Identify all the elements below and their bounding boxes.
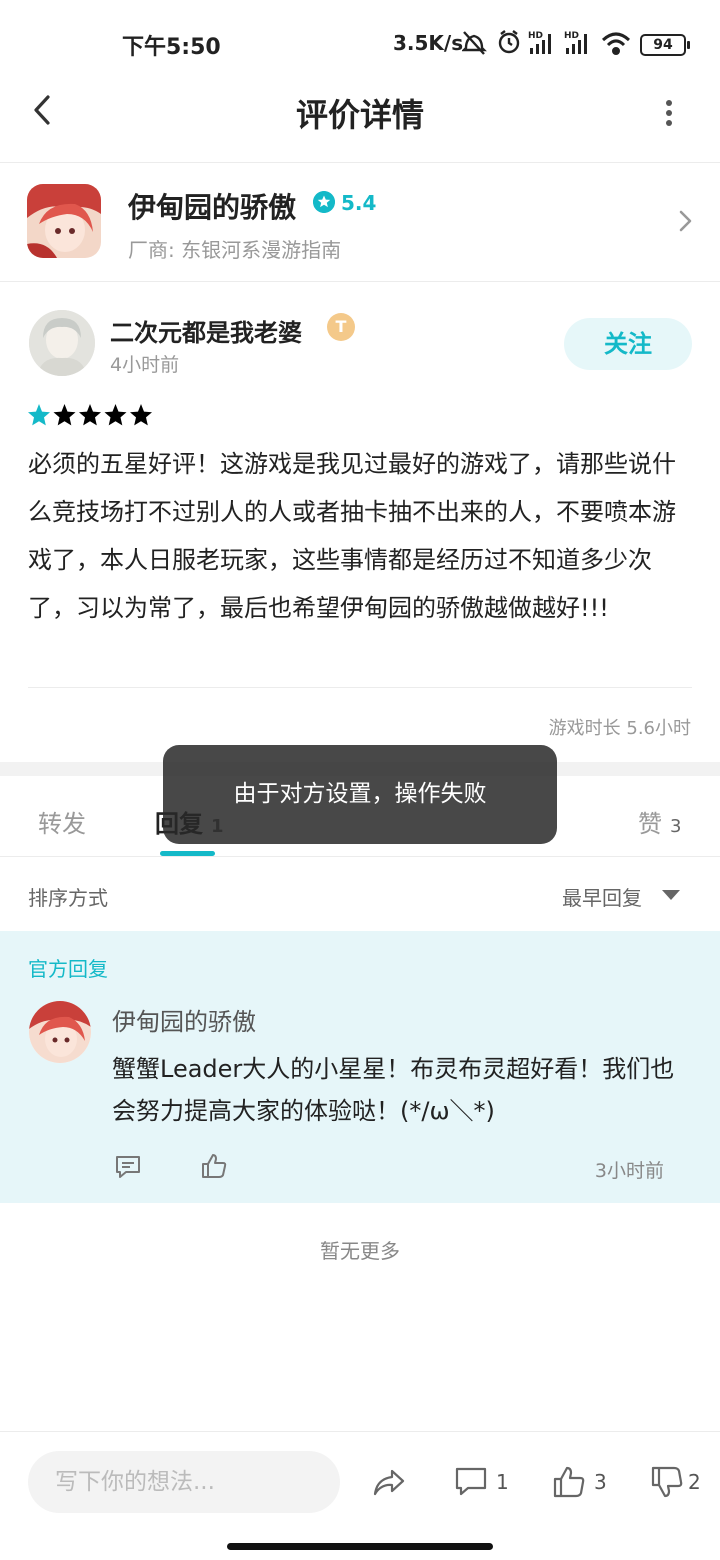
header-divider: [0, 162, 720, 163]
user-level-badge: T: [327, 313, 355, 341]
caret-down-icon[interactable]: [662, 890, 680, 900]
tab-forward[interactable]: 转发: [38, 804, 86, 839]
star-icon: [79, 404, 101, 426]
game-vendor: 厂商: 东银河系漫游指南: [128, 238, 342, 262]
battery-indicator: 94: [640, 34, 690, 56]
review-divider: [28, 687, 692, 688]
review-text: 必须的五星好评！这游戏是我见过最好的游戏了，请那些说什么竞技场打不过别人的人或者…: [28, 450, 676, 622]
comment-input[interactable]: [28, 1451, 340, 1513]
game-name[interactable]: 伊甸园的骄傲: [128, 186, 296, 226]
comment-count: 1: [496, 1470, 509, 1494]
signal-icon-2: HD: [564, 31, 587, 54]
star-badge-icon: [313, 191, 335, 213]
follow-button[interactable]: 关注: [564, 318, 692, 370]
dislike-count: 2: [688, 1470, 701, 1494]
tab-like-label: 赞: [638, 810, 662, 838]
bottom-divider: [0, 1431, 720, 1432]
star-icon: [53, 404, 76, 426]
more-vertical-icon[interactable]: [654, 98, 684, 128]
tab-like-count: 3: [670, 816, 682, 837]
page-title: 评价详情: [295, 96, 424, 134]
sort-label: 排序方式: [28, 886, 108, 910]
network-speed: 3.5K/s: [393, 31, 464, 55]
tabs-divider: [0, 856, 720, 857]
share-icon[interactable]: [372, 1465, 406, 1499]
wifi-icon: [601, 32, 631, 55]
star-icon: [104, 404, 127, 426]
thumbs-up-icon[interactable]: [552, 1465, 586, 1499]
no-more-text: 暂无更多: [320, 1239, 400, 1263]
playtime: 游戏时长 5.6小时: [548, 718, 691, 739]
official-reply-tag: 官方回复: [28, 957, 108, 981]
toast-message: 由于对方设置，操作失败: [163, 745, 557, 844]
avatar[interactable]: [29, 310, 95, 376]
comment-icon[interactable]: [454, 1465, 488, 1499]
signal-icon: HD: [528, 31, 551, 54]
sort-dropdown[interactable]: 最早回复: [562, 882, 642, 911]
game-icon[interactable]: [27, 184, 101, 258]
game-rating: 5.4: [341, 191, 377, 215]
game-divider: [0, 281, 720, 282]
thumbs-down-icon[interactable]: [650, 1465, 684, 1499]
reviewer-name[interactable]: 二次元都是我老婆: [110, 313, 302, 348]
tab-like[interactable]: 赞3: [638, 804, 681, 839]
svg-text:HD: HD: [564, 31, 579, 41]
svg-text:HD: HD: [528, 31, 543, 41]
status-time: 下午5:50: [122, 35, 221, 60]
star-rating: [28, 404, 152, 426]
chevron-right-icon[interactable]: [674, 208, 696, 234]
reply-author[interactable]: 伊甸园的骄傲: [112, 1002, 256, 1037]
reply-text: 蟹蟹Leader大人的小星星！布灵布灵超好看！我们也会努力提高大家的体验哒！(*…: [112, 1055, 675, 1125]
review-time: 4小时前: [110, 354, 180, 376]
home-indicator[interactable]: [227, 1543, 493, 1550]
status-icons: HD HD: [462, 30, 631, 55]
alarm-icon: [498, 30, 520, 54]
star-icon: [130, 404, 152, 426]
star-icon: [28, 404, 50, 426]
mute-icon: [462, 31, 487, 55]
reply-time: 3小时前: [594, 1160, 664, 1182]
status-bar: 下午5:50 3.5K/s HD HD 94: [0, 0, 720, 80]
reply-avatar[interactable]: [29, 1001, 91, 1063]
like-count: 3: [594, 1470, 607, 1494]
